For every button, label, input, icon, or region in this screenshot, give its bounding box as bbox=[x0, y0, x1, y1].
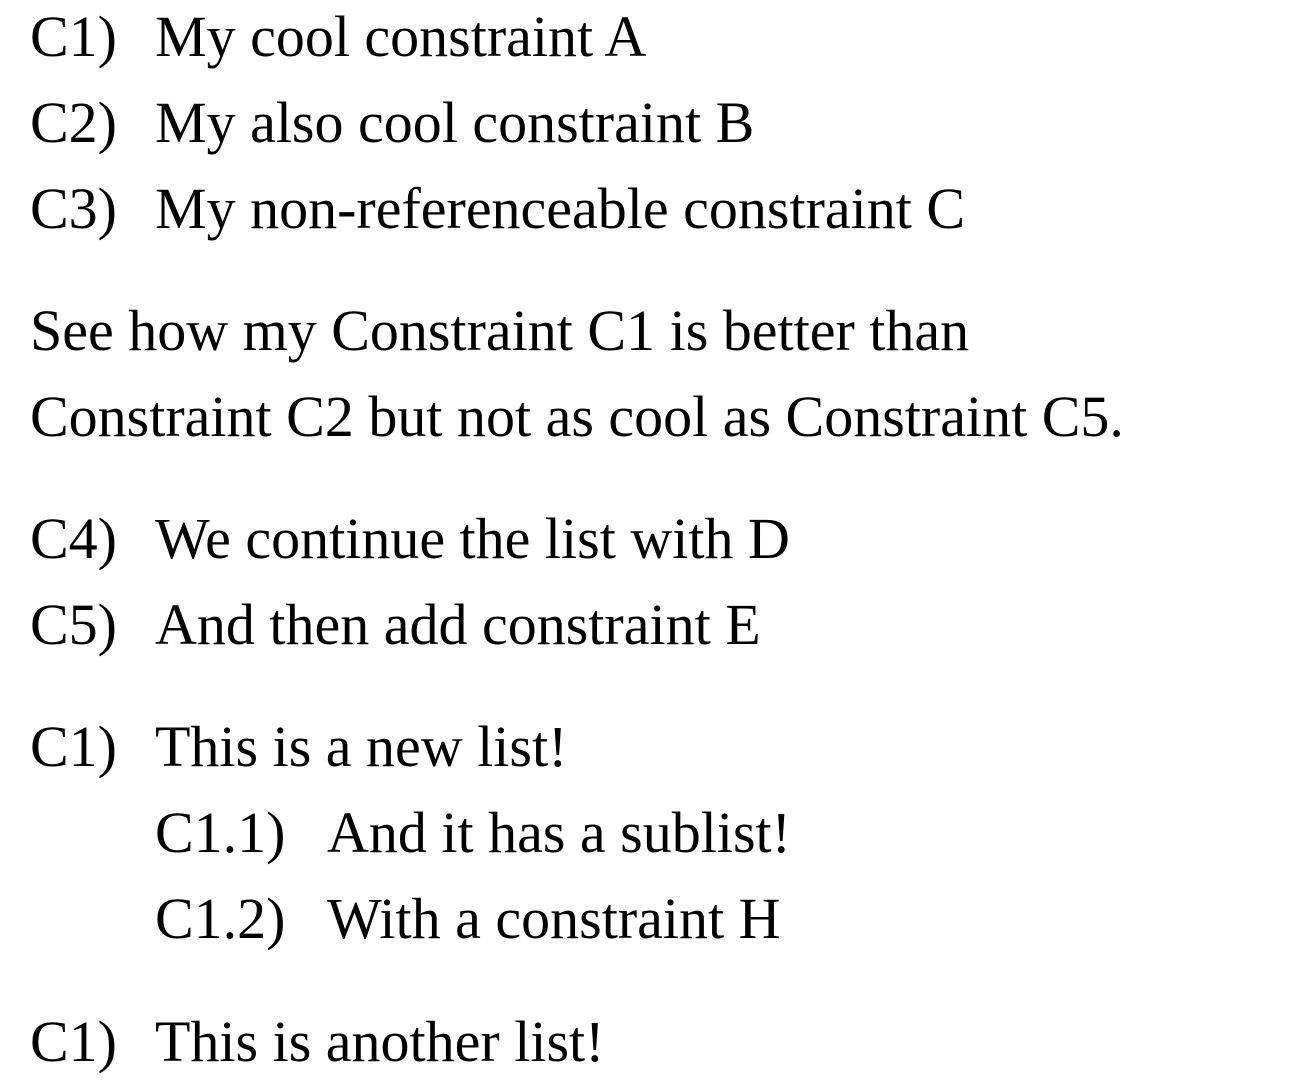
sublist-marker: C1.1) bbox=[155, 800, 286, 865]
list-item-text: We continue the list with D bbox=[155, 506, 790, 571]
list-item-text: My non-referenceable constraint C bbox=[155, 176, 966, 241]
sublist-marker: C1.2) bbox=[155, 886, 286, 951]
list-item-text: This is a new list! bbox=[155, 714, 568, 779]
list-marker: C1) bbox=[30, 714, 117, 779]
list-marker: C1) bbox=[30, 4, 117, 69]
list-item-text: And then add constraint E bbox=[155, 592, 761, 657]
paragraph-line: Constraint C2 but not as cool as Constra… bbox=[30, 384, 1124, 449]
list-marker: C1) bbox=[30, 1009, 117, 1074]
list-marker: C4) bbox=[30, 506, 117, 571]
list-item-text: My also cool constraint B bbox=[155, 90, 755, 155]
paragraph-line: See how my Constraint C1 is better than bbox=[30, 298, 970, 363]
list-marker: C3) bbox=[30, 176, 117, 241]
list-marker: C2) bbox=[30, 90, 117, 155]
list-item-text: My cool constraint A bbox=[155, 4, 647, 69]
sublist-item-text: And it has a sublist! bbox=[327, 800, 791, 865]
list-marker: C5) bbox=[30, 592, 117, 657]
list-item-text: This is another list! bbox=[155, 1009, 605, 1074]
sublist-item-text: With a constraint H bbox=[327, 886, 781, 951]
